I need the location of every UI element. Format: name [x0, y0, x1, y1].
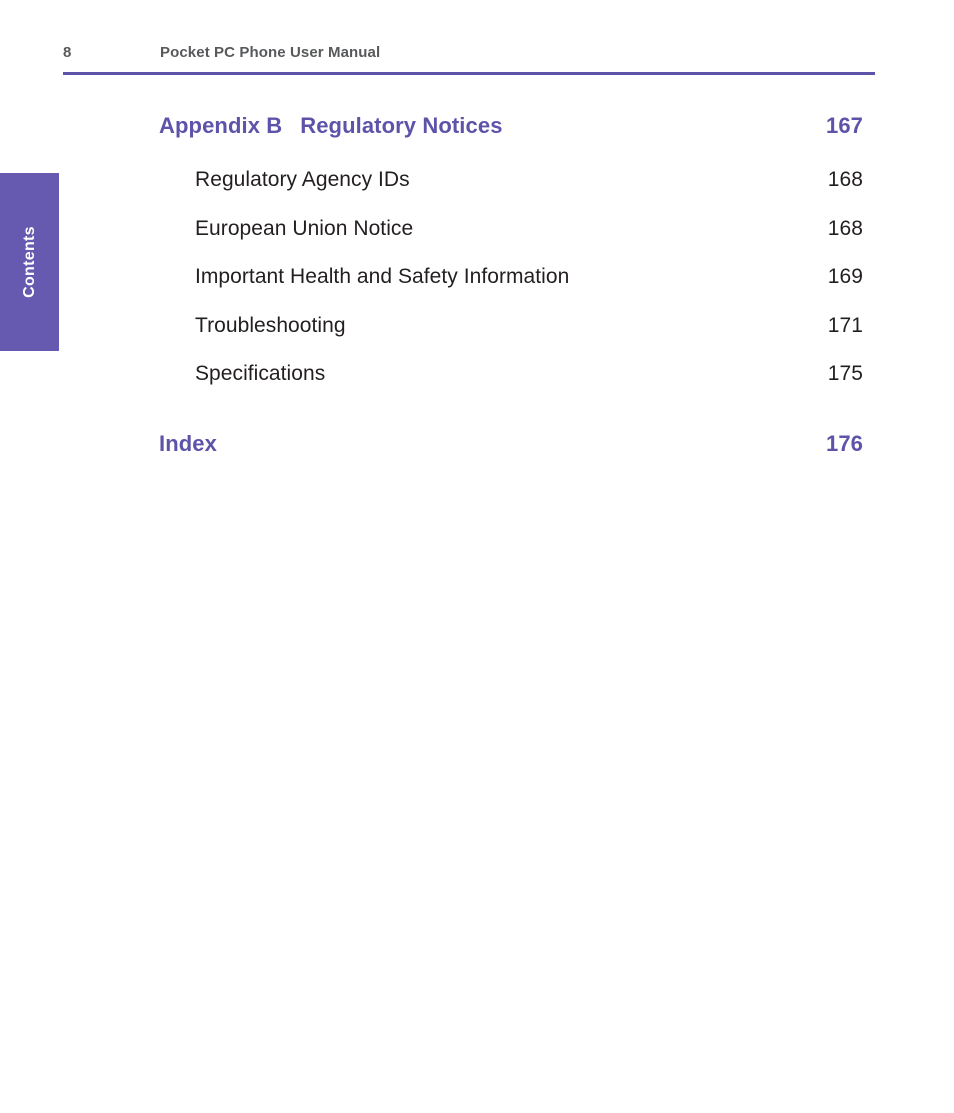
- toc-chapter-title: Regulatory Notices: [300, 113, 503, 138]
- toc-chapter-number: Appendix B: [159, 113, 283, 138]
- toc-entry-specifications[interactable]: Specifications 175: [159, 362, 863, 411]
- toc-page-number: 175: [827, 362, 863, 386]
- toc-entry-regulatory-agency-ids[interactable]: Regulatory Agency IDs 168: [159, 168, 863, 217]
- toc-entry-european-union-notice[interactable]: European Union Notice 168: [159, 217, 863, 266]
- toc-entry-label: Troubleshooting: [195, 313, 346, 337]
- toc-page-number: 168: [827, 168, 863, 191]
- toc-entry-label: Important Health and Safety Information: [195, 265, 570, 289]
- side-thumb-tab-contents: Contents: [0, 173, 59, 351]
- toc-page-number: 169: [827, 265, 863, 289]
- toc-entry-label: Appendix B Regulatory Notices: [159, 113, 503, 139]
- toc-entry-label: Index: [159, 430, 217, 456]
- side-tab-label: Contents: [20, 226, 38, 298]
- header-divider-rule: [63, 72, 875, 75]
- page-folio-number: 8: [63, 44, 72, 61]
- manual-title: Pocket PC Phone User Manual: [160, 44, 381, 61]
- toc-page-number: 171: [827, 313, 863, 337]
- toc-entry-troubleshooting[interactable]: Troubleshooting 171: [159, 314, 863, 363]
- toc-entry-label: European Union Notice: [195, 216, 414, 240]
- table-of-contents: Appendix B Regulatory Notices 167 Regulat…: [159, 113, 863, 486]
- toc-page-number: 168: [827, 216, 863, 240]
- toc-entry-appendix-b[interactable]: Appendix B Regulatory Notices 167: [159, 113, 863, 168]
- toc-entry-label: Specifications: [195, 362, 326, 386]
- toc-page-number: 167: [825, 113, 863, 138]
- page-header: 8 Pocket PC Phone User Manual: [63, 44, 875, 68]
- toc-entry-important-health-and-safety-information[interactable]: Important Health and Safety Information …: [159, 265, 863, 314]
- toc-entry-label: Regulatory Agency IDs: [195, 168, 410, 191]
- toc-page-number: 176: [825, 430, 863, 456]
- toc-entry-index[interactable]: Index 176: [159, 431, 863, 486]
